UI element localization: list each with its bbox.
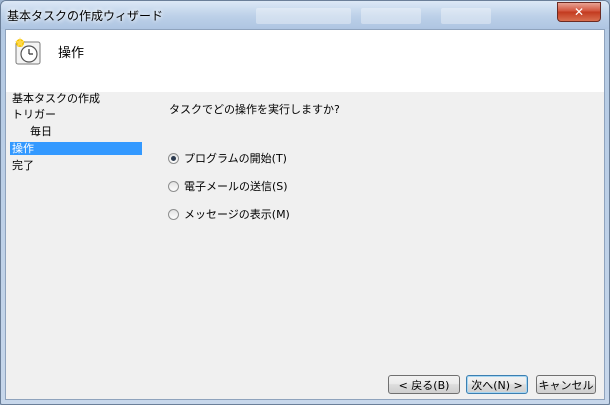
back-button[interactable]: < 戻る(B) (388, 375, 460, 394)
client-area: 操作 基本タスクの作成 トリガー 毎日 操作 完了 タスクでどの操作を実行します… (5, 29, 605, 400)
clock-icon (13, 37, 43, 67)
wizard-window: 基本タスクの作成ウィザード ✕ 操作 基本タスクの作成 トリガー 毎日 操作 完… (0, 0, 610, 405)
action-question: タスクでどの操作を実行しますか? (169, 103, 340, 116)
option-label[interactable]: プログラムの開始(T) (184, 150, 287, 166)
option-display-message[interactable]: メッセージの表示(M) (168, 206, 290, 222)
window-title: 基本タスクの作成ウィザード (7, 9, 164, 23)
background-blur (441, 8, 491, 24)
option-send-email[interactable]: 電子メールの送信(S) (168, 178, 288, 194)
radio-button-selected[interactable] (168, 152, 179, 164)
nav-item-finish[interactable]: 完了 (12, 159, 34, 172)
wizard-steps-nav: 基本タスクの作成 トリガー 毎日 操作 完了 (6, 92, 156, 342)
next-button[interactable]: 次へ(N) > (466, 375, 528, 394)
background-blur (256, 8, 351, 24)
header-panel: 操作 (6, 30, 604, 92)
option-start-program[interactable]: プログラムの開始(T) (168, 150, 287, 166)
nav-item-create-basic-task[interactable]: 基本タスクの作成 (12, 92, 100, 105)
nav-item-trigger[interactable]: トリガー (12, 108, 56, 121)
nav-item-action[interactable]: 操作 (10, 142, 142, 155)
title-bar[interactable]: 基本タスクの作成ウィザード ✕ (1, 1, 609, 29)
page-title: 操作 (58, 46, 85, 61)
option-label[interactable]: 電子メールの送信(S) (184, 178, 288, 194)
nav-item-daily[interactable]: 毎日 (30, 125, 52, 138)
radio-button[interactable] (168, 208, 179, 220)
option-label[interactable]: メッセージの表示(M) (184, 206, 290, 222)
background-blur (361, 8, 421, 24)
radio-button[interactable] (168, 180, 179, 192)
close-button[interactable]: ✕ (557, 2, 601, 22)
close-icon: ✕ (573, 5, 585, 19)
cancel-button[interactable]: キャンセル (536, 375, 596, 394)
